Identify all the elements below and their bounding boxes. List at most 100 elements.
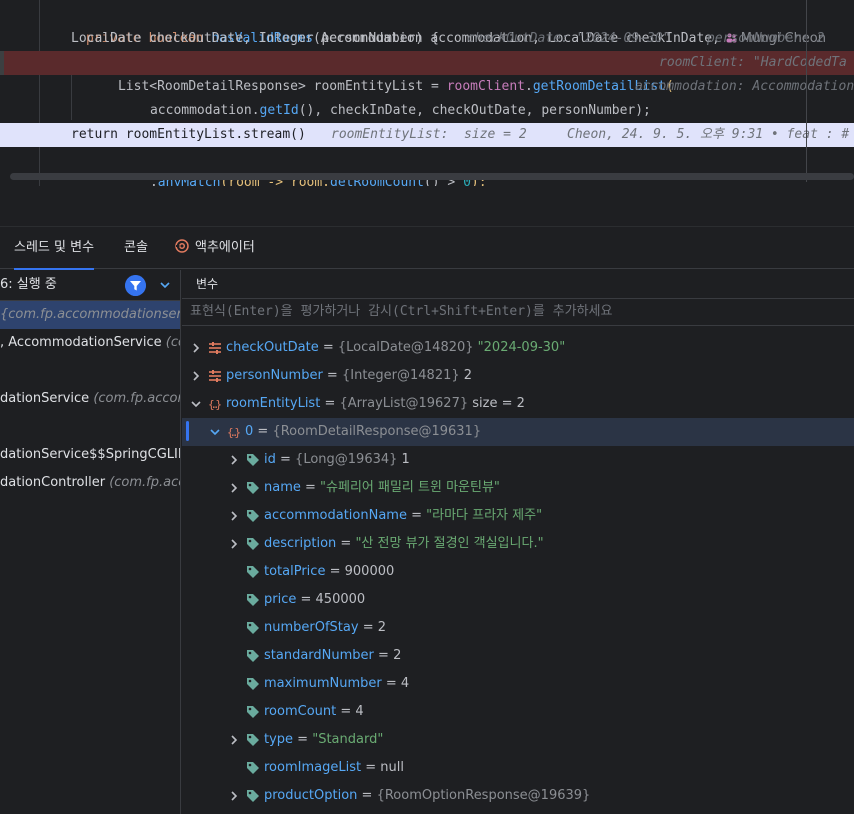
chevron-down-icon[interactable]: [190, 398, 202, 410]
variable-value: 2: [393, 648, 402, 663]
variable-row[interactable]: totalPrice = 900000: [182, 558, 854, 586]
variable-value: 1: [401, 452, 410, 467]
code-line-4[interactable]: accommodation.getId(), checkInDate, chec…: [0, 75, 854, 118]
object-braces-icon: {..}: [208, 398, 222, 411]
variable-row[interactable]: id = {Long@19634} 1: [182, 446, 854, 474]
variable-type: {RoomOptionResponse@19639}: [376, 788, 591, 803]
variable-value: "2024-09-30": [477, 340, 566, 355]
variable-text: roomImageList = null: [264, 760, 404, 775]
variable-row[interactable]: maximumNumber = 4: [182, 670, 854, 698]
variable-row[interactable]: standardNumber = 2: [182, 642, 854, 670]
frame-method: dationService$$SpringCGLIBS: [0, 447, 181, 462]
variable-name: roomCount: [264, 704, 337, 719]
chevron-right-icon[interactable]: [228, 510, 240, 522]
variable-row[interactable]: {..} roomEntityList = {ArrayList@19627} s…: [182, 390, 854, 418]
variable-name: numberOfStay: [264, 620, 359, 635]
frame-package: (com.fp.accon: [93, 391, 181, 406]
variable-name: price: [264, 592, 297, 607]
variable-type: {LocalDate@14820}: [337, 340, 478, 355]
chevron-down-icon[interactable]: [158, 278, 172, 292]
variable-value: "라마다 프라자 제주": [426, 508, 543, 523]
chevron-right-icon[interactable]: [228, 482, 240, 494]
debug-tabs: 스레드 및 변수 콘솔 액추에이터: [0, 227, 854, 270]
code-editor[interactable]: private boolean hasValidRooms(Accommodat…: [0, 0, 854, 186]
thread-label: 6: 실행 중: [0, 277, 57, 292]
variable-row[interactable]: personNumber = {Integer@14821} 2: [182, 362, 854, 390]
variable-row[interactable]: type = "Standard": [182, 726, 854, 754]
frames-panel: 6: 실행 중 {com.fp.accommodationservi , Acc…: [0, 270, 181, 814]
variable-value: 2: [463, 368, 473, 383]
frame-item[interactable]: dationService (com.fp.accon: [0, 385, 181, 413]
variable-text: maximumNumber = 4: [264, 676, 410, 691]
variable-value: "슈페리어 패밀리 트윈 마운틴뷰": [320, 480, 500, 495]
chevron-right-icon[interactable]: [190, 342, 202, 354]
variable-text: standardNumber = 2: [264, 648, 402, 663]
tag-icon: [247, 706, 259, 718]
chevron-right-icon[interactable]: [228, 538, 240, 550]
variable-text: name = "슈페리어 패밀리 트윈 마운틴뷰": [264, 480, 500, 495]
evaluate-expression-input[interactable]: 표현식(Enter)을 평가하거나 감시(Ctrl+Shift+Enter)를 …: [182, 298, 854, 326]
thread-selector[interactable]: 6: 실행 중: [0, 270, 180, 300]
chevron-right-icon[interactable]: [228, 454, 240, 466]
horizontal-scrollbar[interactable]: [10, 173, 854, 180]
variable-name: roomEntityList: [226, 396, 321, 411]
frame-method: dationController: [0, 475, 110, 490]
tab-actuator[interactable]: 액추에이터: [174, 227, 255, 269]
frame-package: (co: [165, 335, 180, 350]
variable-type: {RoomDetailResponse@19631}: [272, 424, 482, 439]
frame-item[interactable]: {com.fp.accommodationservi: [0, 301, 181, 329]
variable-name: type: [264, 732, 294, 747]
field-icon: [209, 342, 221, 354]
variable-value: 2: [377, 620, 387, 635]
variable-type: {ArrayList@19627}: [339, 396, 473, 411]
variable-row[interactable]: roomImageList = null: [182, 754, 854, 782]
variable-name: maximumNumber: [264, 676, 382, 691]
variable-text: personNumber = {Integer@14821} 2: [226, 368, 473, 383]
tab-threads-variables[interactable]: 스레드 및 변수: [14, 227, 95, 270]
object-braces-icon: {..}: [227, 426, 241, 439]
frame-item[interactable]: dationController (com.fp.acc: [0, 469, 180, 497]
code-line-5[interactable]: [0, 99, 854, 123]
chevron-right-icon[interactable]: [190, 370, 202, 382]
chevron-right-icon[interactable]: [228, 734, 240, 746]
tag-icon: [247, 650, 259, 662]
code-line-6-current[interactable]: return roomEntityList.stream() roomEntit…: [0, 123, 854, 147]
variable-value: 900000: [344, 564, 395, 579]
variable-row[interactable]: price = 450000: [182, 586, 854, 614]
filter-icon[interactable]: [125, 275, 146, 296]
tab-console[interactable]: 콘솔: [124, 227, 148, 269]
variable-name: roomImageList: [264, 760, 362, 775]
variable-row[interactable]: name = "슈페리어 패밀리 트윈 마운틴뷰": [182, 474, 854, 502]
variable-name: standardNumber: [264, 648, 374, 663]
actuator-icon: [175, 239, 189, 253]
variable-row[interactable]: numberOfStay = 2: [182, 614, 854, 642]
inline-value-hint: roomClient: "HardCodedTa: [659, 55, 847, 70]
frame-method: , AccommodationService: [0, 335, 166, 350]
code-line-7[interactable]: .anyMatch(room -> room.getRoomCount() > …: [0, 147, 854, 186]
variable-type: {Long@19634}: [295, 452, 402, 467]
variable-row[interactable]: checkOutDate = {LocalDate@14820} "2024-0…: [182, 334, 854, 362]
variable-row[interactable]: accommodationName = "라마다 프라자 제주": [182, 502, 854, 530]
code-line-3-breakpoint[interactable]: List<RoomDetailResponse> roomEntityList …: [0, 51, 854, 94]
variable-row[interactable]: description = "산 전망 뷰가 절경인 객실입니다.": [182, 530, 854, 558]
tag-icon: [247, 622, 259, 634]
variable-name: personNumber: [226, 368, 323, 383]
inline-value-hint: checkOutDate: "2024-09-30": [467, 31, 671, 46]
frame-package: {com.fp.accommodationservi: [0, 307, 181, 322]
tag-icon: [247, 594, 259, 606]
frame-item[interactable]: dationService$$SpringCGLIBS: [0, 441, 181, 469]
code-line-1[interactable]: private boolean hasValidRooms(Accommodat…: [0, 3, 854, 46]
variable-row[interactable]: {..} 0 = {RoomDetailResponse@19631}: [182, 418, 854, 446]
variable-text: id = {Long@19634} 1: [264, 452, 410, 467]
code-token: return roomEntityList.stream(): [71, 127, 306, 142]
code-line-2[interactable]: LocalDate checkOutDate, Integer personNu…: [0, 27, 854, 51]
variable-row[interactable]: roomCount = 4: [182, 698, 854, 726]
frame-item[interactable]: , AccommodationService (co: [0, 329, 180, 357]
variable-value: null: [380, 760, 404, 775]
tag-icon: [247, 454, 259, 466]
variable-text: type = "Standard": [264, 732, 384, 747]
chevron-right-icon[interactable]: [228, 790, 240, 802]
chevron-down-icon[interactable]: [209, 426, 221, 438]
variable-row[interactable]: productOption = {RoomOptionResponse@1963…: [182, 782, 854, 810]
tag-icon: [247, 538, 259, 550]
